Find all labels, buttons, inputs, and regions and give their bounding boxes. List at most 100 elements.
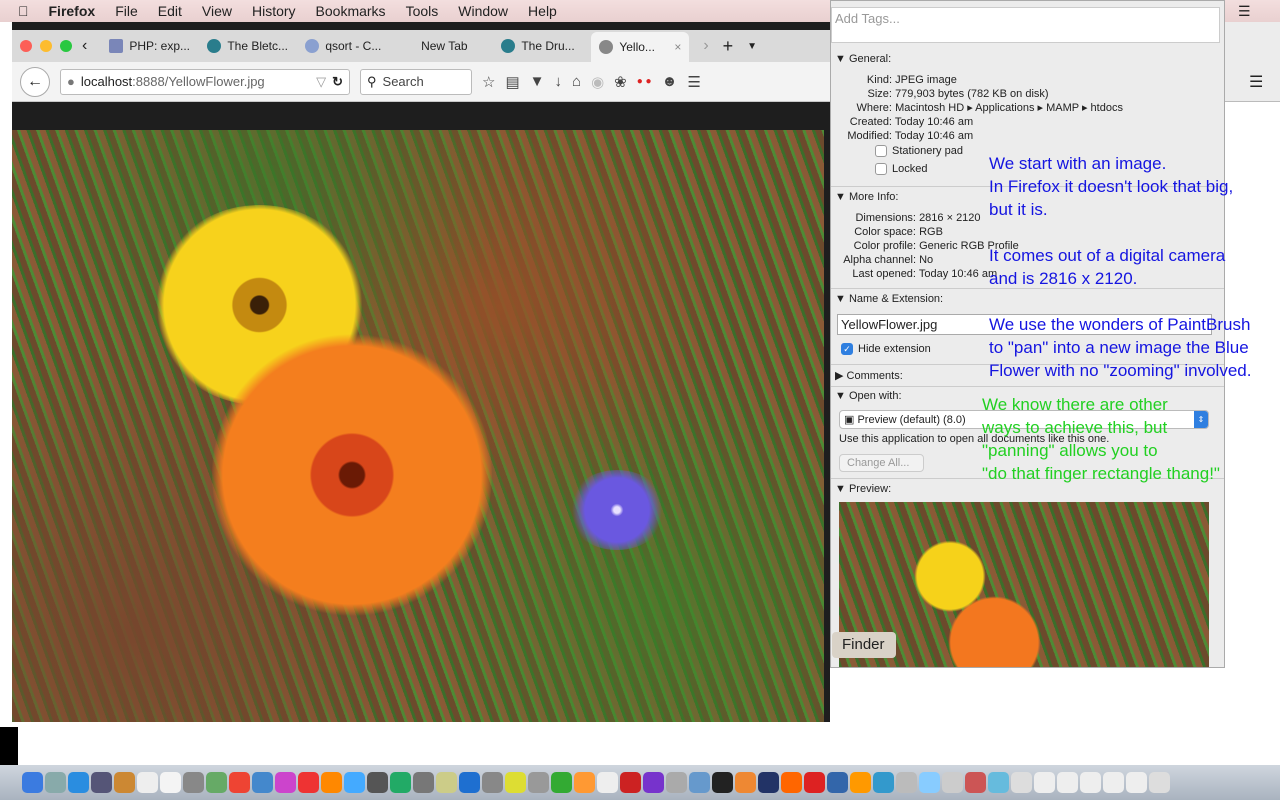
- pocket-icon[interactable]: ▼: [530, 73, 545, 90]
- menu-edit[interactable]: Edit: [158, 3, 182, 19]
- close-tab-icon[interactable]: ×: [674, 40, 681, 54]
- extension-dots-icon[interactable]: ● ●: [637, 76, 652, 87]
- minimize-window-button[interactable]: [40, 40, 52, 52]
- dock-app-icon[interactable]: [160, 772, 181, 793]
- dock-app-icon[interactable]: [275, 772, 296, 793]
- new-tab-button[interactable]: +: [723, 36, 734, 57]
- menu-bookmarks[interactable]: Bookmarks: [316, 3, 386, 19]
- dock-app-icon[interactable]: [68, 772, 89, 793]
- menu-history[interactable]: History: [252, 3, 296, 19]
- dock-app-icon[interactable]: [344, 772, 365, 793]
- dock-app-icon[interactable]: [597, 772, 618, 793]
- dock-app-icon[interactable]: [91, 772, 112, 793]
- tab-new[interactable]: New Tab: [395, 39, 493, 53]
- close-window-button[interactable]: [20, 40, 32, 52]
- menu-icon[interactable]: ☰: [687, 73, 700, 91]
- dock-app-icon[interactable]: [528, 772, 549, 793]
- dock-app-icon[interactable]: [459, 772, 480, 793]
- tab-bletchley[interactable]: The Bletc...: [199, 39, 297, 53]
- dock-app-icon[interactable]: [229, 772, 250, 793]
- zoom-window-button[interactable]: [60, 40, 72, 52]
- dock-app-icon[interactable]: [321, 772, 342, 793]
- dock-app-icon[interactable]: [1103, 772, 1124, 793]
- dock-app-icon[interactable]: [1057, 772, 1078, 793]
- bookmark-star-icon[interactable]: ☆: [482, 73, 495, 91]
- dock-app-icon[interactable]: [919, 772, 940, 793]
- dock-app-icon[interactable]: [620, 772, 641, 793]
- dock-app-icon[interactable]: [827, 772, 848, 793]
- dock-app-icon[interactable]: [137, 772, 158, 793]
- dock-app-icon[interactable]: [735, 772, 756, 793]
- dock-app-icon[interactable]: [1034, 772, 1055, 793]
- dock-app-icon[interactable]: [482, 772, 503, 793]
- dock-app-icon[interactable]: [965, 772, 986, 793]
- locked-checkbox[interactable]: Locked: [875, 163, 927, 176]
- hide-extension-checkbox[interactable]: ✓ Hide extension: [841, 343, 931, 356]
- dock-app-icon[interactable]: [781, 772, 802, 793]
- preview-section-toggle[interactable]: ▼ Preview:: [835, 483, 891, 495]
- dock-app-icon[interactable]: [45, 772, 66, 793]
- dock-app-icon[interactable]: [183, 772, 204, 793]
- dock-app-icon[interactable]: [1080, 772, 1101, 793]
- tab-scroll-right-icon[interactable]: ›: [703, 37, 708, 55]
- download-icon[interactable]: ↓: [555, 73, 563, 90]
- dock-app-icon[interactable]: [1149, 772, 1170, 793]
- dock-app-icon[interactable]: [804, 772, 825, 793]
- dock-app-icon[interactable]: [873, 772, 894, 793]
- tab-qsort[interactable]: qsort - C...: [297, 39, 395, 53]
- menu-file[interactable]: File: [115, 3, 138, 19]
- dropdown-icon[interactable]: ▽: [316, 74, 326, 90]
- dock-app-icon[interactable]: [413, 772, 434, 793]
- menu-window[interactable]: Window: [458, 3, 508, 19]
- dock-app-icon[interactable]: [1126, 772, 1147, 793]
- tab-scroll-left-icon[interactable]: ‹: [82, 37, 87, 55]
- tags-input[interactable]: Add Tags...: [831, 7, 1220, 43]
- menu-icon[interactable]: ☰: [1249, 72, 1263, 92]
- menu-tools[interactable]: Tools: [406, 3, 439, 19]
- more-info-section-toggle[interactable]: ▼ More Info:: [835, 191, 898, 203]
- back-button[interactable]: ←: [20, 66, 50, 97]
- search-input[interactable]: ⚲ Search: [360, 68, 472, 95]
- dock-app-icon[interactable]: [574, 772, 595, 793]
- dock-app-icon[interactable]: [850, 772, 871, 793]
- menu-help[interactable]: Help: [528, 3, 557, 19]
- tab-list-icon[interactable]: ▼: [747, 41, 757, 52]
- sync-icon[interactable]: ◉: [591, 73, 604, 91]
- dock-app-icon[interactable]: [505, 772, 526, 793]
- dock-app-icon[interactable]: [988, 772, 1009, 793]
- dock-app-icon[interactable]: [298, 772, 319, 793]
- dock-app-icon[interactable]: [1011, 772, 1032, 793]
- url-bar[interactable]: ● localhost:8888/YellowFlower.jpg ▽ ↻: [60, 68, 350, 95]
- general-section-toggle[interactable]: ▼ General:: [835, 53, 891, 65]
- dock-app-icon[interactable]: [22, 772, 43, 793]
- dock-app-icon[interactable]: [689, 772, 710, 793]
- menu-app[interactable]: Firefox: [49, 3, 96, 19]
- dock-app-icon[interactable]: [252, 772, 273, 793]
- dock-app-icon[interactable]: [666, 772, 687, 793]
- dock-app-icon[interactable]: [896, 772, 917, 793]
- home-icon[interactable]: ⌂: [572, 73, 581, 90]
- apple-icon[interactable]: : [18, 3, 29, 19]
- dock-app-icon[interactable]: [712, 772, 733, 793]
- dock-app-icon[interactable]: [206, 772, 227, 793]
- dock-app-icon[interactable]: [551, 772, 572, 793]
- smiley-icon[interactable]: ☻: [662, 73, 678, 90]
- menu-view[interactable]: View: [202, 3, 232, 19]
- dock-app-icon[interactable]: [758, 772, 779, 793]
- reload-icon[interactable]: ↻: [332, 74, 343, 90]
- comments-section-toggle[interactable]: ▶ Comments:: [835, 369, 903, 382]
- dock-app-icon[interactable]: [367, 772, 388, 793]
- tab-yellowflower[interactable]: Yello... ×: [591, 32, 690, 62]
- change-all-button[interactable]: Change All...: [839, 454, 924, 472]
- reading-list-icon[interactable]: ▤: [505, 73, 519, 91]
- name-extension-section-toggle[interactable]: ▼ Name & Extension:: [835, 293, 943, 305]
- dock-app-icon[interactable]: [643, 772, 664, 793]
- tab-php[interactable]: PHP: exp...: [101, 39, 199, 53]
- dock-app-icon[interactable]: [436, 772, 457, 793]
- tab-drupal[interactable]: The Dru...: [493, 39, 591, 53]
- dock-app-icon[interactable]: [942, 772, 963, 793]
- open-with-section-toggle[interactable]: ▼ Open with:: [835, 390, 902, 402]
- stationery-pad-checkbox[interactable]: Stationery pad: [875, 145, 963, 158]
- dock-app-icon[interactable]: [114, 772, 135, 793]
- firebug-icon[interactable]: ❀: [614, 73, 627, 91]
